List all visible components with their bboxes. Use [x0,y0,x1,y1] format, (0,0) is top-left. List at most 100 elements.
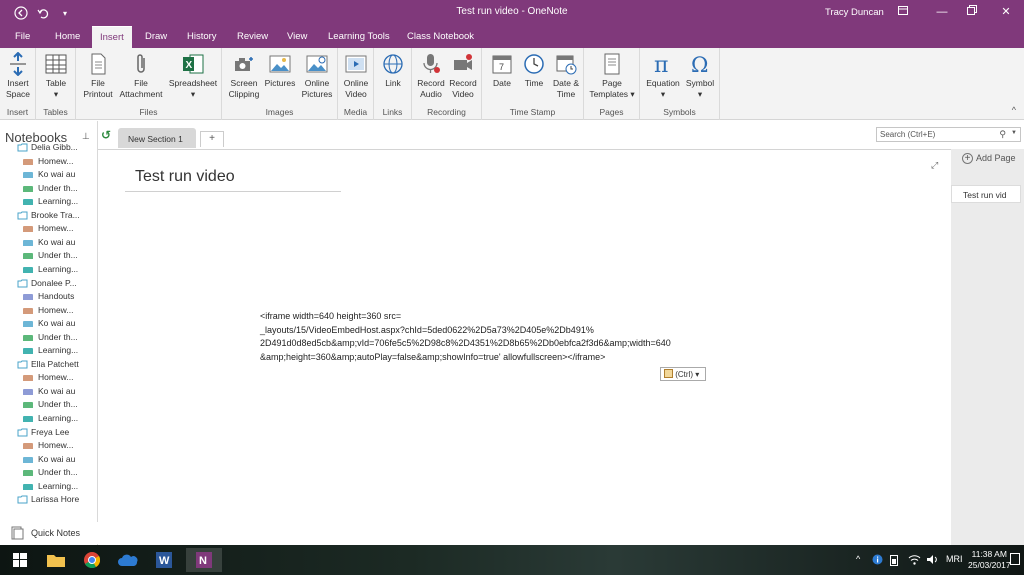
section-item[interactable]: Ko wai au [0,453,97,466]
section-label: Under th... [38,182,78,193]
section-color-swatch [23,321,33,328]
volume-icon[interactable] [926,554,938,567]
start-button[interactable] [2,548,38,572]
online-pictures-button[interactable]: Online Pictures [298,52,336,100]
record-audio-button[interactable]: Record Audio [415,52,447,100]
file-attachment-button[interactable]: File Attachment [118,52,164,100]
page-list-item[interactable]: Test run vid [951,185,1021,203]
restore-icon[interactable] [962,3,982,21]
section-item[interactable]: Learning... [0,480,97,493]
navigate-back-icon[interactable]: ↺ [101,128,111,142]
section-item[interactable]: Learning... [0,344,97,357]
section-item[interactable]: Under th... [0,331,97,344]
close-icon[interactable]: ✕ [996,3,1016,21]
svg-text:N: N [199,555,207,567]
section-item[interactable]: Homew... [0,439,97,452]
user-name[interactable]: Tracy Duncan [825,7,884,18]
time-button[interactable]: Time [518,52,550,89]
note-container[interactable]: <iframe width=640 height=360 src= _layou… [260,310,730,364]
tab-insert[interactable]: Insert [92,26,132,48]
word-button[interactable]: W [146,548,182,572]
section-color-swatch [23,470,33,477]
section-item[interactable]: Under th... [0,466,97,479]
tab-home[interactable]: Home [47,26,88,48]
wifi-icon[interactable] [908,554,921,567]
notebook-item[interactable]: Donalee P... [0,277,97,290]
add-page-button[interactable]: + Add Page [962,153,1016,164]
section-item[interactable]: Homew... [0,304,97,317]
add-page-icon: + [962,153,973,164]
section-item[interactable]: Ko wai au [0,236,97,249]
pictures-button[interactable]: Pictures [262,52,298,89]
spreadsheet-button[interactable]: X Spreadsheet ▾ [166,52,220,100]
section-item[interactable]: Ko wai au [0,317,97,330]
notebook-item[interactable]: Larissa Hore [0,493,97,506]
tab-review[interactable]: Review [229,26,276,48]
notebook-item[interactable]: Ella Patchett [0,358,97,371]
ribbon-tabs: File Home Insert Draw History Review Vie… [0,26,1024,48]
insert-space-button[interactable]: Insert Space [2,52,34,100]
collapse-ribbon-icon[interactable]: ^ [1012,105,1016,115]
table-button[interactable]: Table ▾ [40,52,72,100]
section-item[interactable]: Handouts [0,290,97,303]
section-item[interactable]: Under th... [0,398,97,411]
tab-file[interactable]: File [7,26,38,48]
tab-view[interactable]: View [279,26,315,48]
section-item[interactable]: Learning... [0,412,97,425]
onedrive-button[interactable] [110,548,146,572]
system-clock[interactable]: 11:38 AM 25/03/2017 [968,549,1011,571]
tab-history[interactable]: History [179,26,225,48]
action-center-icon[interactable] [1010,553,1020,565]
minimize-icon[interactable]: — [932,3,952,21]
page-title[interactable]: Test run video [135,168,235,186]
tab-class-notebook[interactable]: Class Notebook [399,26,482,48]
paste-options-button[interactable]: (Ctrl) ▾ [660,367,706,381]
full-page-view-icon[interactable]: ⤢ [931,160,938,171]
online-video-button[interactable]: Online Video [340,52,372,100]
page-templates-button[interactable]: Page Templates ▾ [586,52,638,100]
screen-clipping-button[interactable]: Screen Clipping [226,52,262,100]
notebook-item[interactable]: Brooke Tra... [0,209,97,222]
record-video-button[interactable]: Record Video [447,52,479,100]
chrome-button[interactable] [74,548,110,572]
file-explorer-button[interactable] [38,548,74,572]
tab-learning-tools[interactable]: Learning Tools [320,26,398,48]
add-section-button[interactable]: + [200,131,224,147]
section-color-swatch [23,253,33,260]
notebook-item[interactable]: Delia Gibb... [0,141,97,154]
section-item[interactable]: Learning... [0,195,97,208]
section-label: Under th... [38,331,78,342]
symbol-button[interactable]: Ω Symbol ▾ [683,52,717,100]
section-color-swatch [23,443,33,450]
tab-draw[interactable]: Draw [137,26,175,48]
clock-time: 11:38 AM [971,549,1007,559]
onenote-button[interactable]: N [186,548,222,572]
section-item[interactable]: Learning... [0,263,97,276]
date-time-button[interactable]: Date & Time [550,52,582,100]
link-button[interactable]: Link [378,52,408,89]
date-button[interactable]: 7 Date [486,52,518,89]
file-printout-button[interactable]: File Printout [80,52,116,100]
info-icon[interactable] [872,554,883,567]
search-input[interactable]: Search (Ctrl+E) ⚲ ▼ [876,127,1021,142]
section-item[interactable]: Ko wai au [0,385,97,398]
record-audio-label-1: Record [417,78,445,88]
search-scope-dropdown-icon[interactable]: ▼ [1011,130,1017,136]
input-language[interactable]: MRI [946,554,963,564]
section-item[interactable]: Ko wai au [0,168,97,181]
show-hidden-icons-icon[interactable]: ^ [856,554,860,564]
section-item[interactable]: Under th... [0,249,97,262]
section-item[interactable]: Homew... [0,222,97,235]
section-item[interactable]: Homew... [0,155,97,168]
quick-notes[interactable]: Quick Notes [0,522,98,544]
section-tab-current[interactable]: New Section 1 [118,128,196,148]
group-label-files: Files [139,107,158,117]
section-label: Homew... [38,155,74,166]
notebook-item[interactable]: Freya Lee [0,426,97,439]
ribbon-display-options-icon[interactable] [893,3,913,21]
section-item[interactable]: Homew... [0,371,97,384]
section-item[interactable]: Under th... [0,182,97,195]
equation-button[interactable]: π Equation ▾ [643,52,683,100]
search-icon[interactable]: ⚲ [999,129,1006,140]
battery-icon[interactable] [890,554,898,568]
